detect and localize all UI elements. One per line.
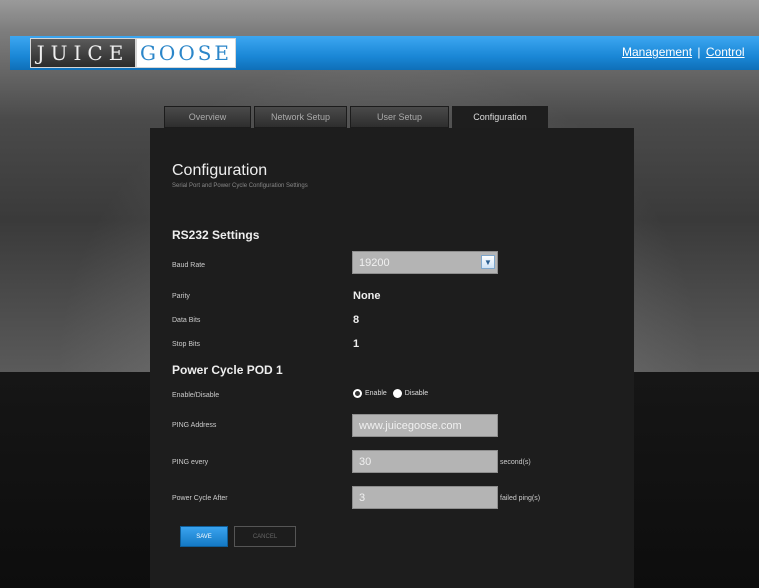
management-link[interactable]: Management	[622, 45, 692, 59]
parity-label: Parity	[172, 293, 190, 300]
enable-disable-radio-group: Enable Disable	[353, 389, 434, 398]
ping-address-label: PING Address	[172, 422, 217, 429]
ping-every-input[interactable]: 30	[352, 450, 498, 473]
logo-juice-text: JUICE	[30, 38, 136, 68]
page-title: Configuration	[172, 162, 268, 179]
enable-radio[interactable]	[353, 389, 362, 398]
control-link[interactable]: Control	[706, 45, 745, 59]
baud-rate-value: 19200	[359, 256, 390, 269]
page-subtitle: Serial Port and Power Cycle Configuratio…	[172, 183, 308, 189]
tab-bar: Overview Network Setup User Setup Config…	[164, 106, 551, 128]
nav-separator: |	[697, 45, 701, 59]
ping-address-input[interactable]: www.juicegoose.com	[352, 414, 498, 437]
power-cycle-after-input[interactable]: 3	[352, 486, 498, 509]
data-bits-label: Data Bits	[172, 317, 201, 324]
power-cycle-after-label: Power Cycle After	[172, 495, 228, 502]
tab-overview[interactable]: Overview	[164, 106, 251, 128]
disable-radio-label: Disable	[404, 390, 429, 397]
data-bits-value: 8	[353, 314, 360, 326]
tab-user-setup[interactable]: User Setup	[350, 106, 449, 128]
juicegoose-logo[interactable]: JUICE GOOSE	[30, 37, 240, 69]
parity-value: None	[353, 290, 381, 302]
disable-radio-option[interactable]: Disable	[392, 389, 429, 398]
enable-radio-label: Enable	[365, 390, 387, 397]
stop-bits-label: Stop Bits	[172, 341, 201, 348]
save-button[interactable]: SAVE	[180, 526, 228, 547]
enable-radio-option[interactable]: Enable	[353, 389, 387, 398]
chevron-down-icon[interactable]: ▼	[481, 255, 495, 269]
power-cycle-heading: Power Cycle POD 1	[172, 363, 283, 377]
ping-every-label: PING every	[172, 459, 209, 466]
stop-bits-value: 1	[353, 338, 360, 350]
logo-goose-text: GOOSE	[136, 38, 236, 68]
disable-radio[interactable]	[392, 389, 402, 398]
cancel-button[interactable]: CANCEL	[234, 526, 296, 547]
enable-disable-label: Enable/Disable	[172, 392, 220, 399]
top-navigation: Management | Control	[622, 45, 745, 59]
tab-configuration[interactable]: Configuration	[452, 106, 548, 128]
configuration-panel	[150, 128, 634, 588]
baud-rate-select[interactable]: 19200 ▼	[352, 251, 498, 274]
ping-every-suffix: second(s)	[500, 459, 531, 466]
rs232-heading: RS232 Settings	[172, 228, 260, 242]
tab-network-setup[interactable]: Network Setup	[254, 106, 347, 128]
baud-rate-label: Baud Rate	[172, 262, 206, 269]
power-cycle-after-suffix: failed ping(s)	[500, 495, 541, 502]
